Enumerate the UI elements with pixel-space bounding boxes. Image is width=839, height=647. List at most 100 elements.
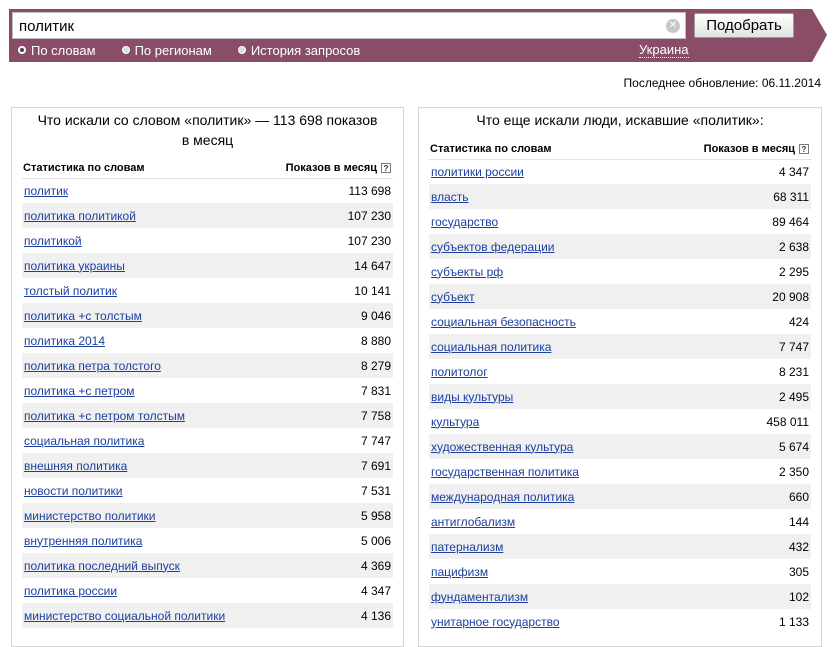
keyword-link[interactable]: субъект bbox=[431, 290, 475, 304]
impressions-count: 2 495 bbox=[778, 389, 809, 404]
keyword-link[interactable]: политика +с петром толстым bbox=[24, 409, 185, 423]
mode-label: По словам bbox=[31, 42, 96, 58]
keyword-link[interactable]: субъекты рф bbox=[431, 265, 503, 279]
impressions-count: 8 279 bbox=[360, 358, 391, 373]
mode-history[interactable]: История запросов bbox=[237, 43, 360, 58]
radio-checked-icon[interactable] bbox=[18, 46, 26, 54]
impressions-count: 305 bbox=[788, 564, 809, 579]
keyword-link[interactable]: политика +с толстым bbox=[24, 309, 142, 323]
impressions-count: 8 880 bbox=[360, 333, 391, 348]
impressions-count: 5 958 bbox=[360, 508, 391, 523]
impressions-count: 4 369 bbox=[360, 558, 391, 573]
keyword-link[interactable]: политики россии bbox=[431, 165, 524, 179]
mode-label: По регионам bbox=[134, 42, 212, 58]
radio-icon[interactable] bbox=[121, 46, 130, 54]
table-row: виды культуры 2 495 bbox=[429, 384, 811, 409]
keyword-link[interactable]: патернализм bbox=[431, 540, 503, 554]
impressions-count: 144 bbox=[788, 514, 809, 529]
table-row: политика 2014 8 880 bbox=[22, 328, 393, 353]
table-row: социальная безопасность 424 bbox=[429, 309, 811, 334]
mode-selector: По словам По регионам История запросов bbox=[18, 42, 386, 58]
keyword-link[interactable]: художественная культура bbox=[431, 440, 573, 454]
table-row: унитарное государство 1 133 bbox=[429, 609, 811, 634]
keyword-link[interactable]: социальная безопасность bbox=[431, 315, 576, 329]
table-row: субъект 20 908 bbox=[429, 284, 811, 309]
impressions-count: 7 691 bbox=[360, 458, 391, 473]
impressions-count: 2 350 bbox=[778, 464, 809, 479]
keyword-link[interactable]: министерство политики bbox=[24, 509, 156, 523]
impressions-count: 1 133 bbox=[778, 614, 809, 629]
mode-by-regions[interactable]: По регионам bbox=[121, 42, 212, 58]
table-row: власть 68 311 bbox=[429, 184, 811, 209]
table-row: фундаментализм 102 bbox=[429, 584, 811, 609]
impressions-count: 432 bbox=[788, 539, 809, 554]
keyword-link[interactable]: политика украины bbox=[24, 259, 125, 273]
table-header: Статистика по словам Показов в месяц ? bbox=[22, 160, 393, 179]
table-row: международная политика 660 bbox=[429, 484, 811, 509]
impressions-count: 2 638 bbox=[778, 239, 809, 254]
impressions-count: 7 831 bbox=[360, 383, 391, 398]
impressions-count: 10 141 bbox=[354, 283, 391, 298]
search-box: ✕ bbox=[12, 12, 686, 39]
keyword-link[interactable]: унитарное государство bbox=[431, 615, 560, 629]
keyword-link[interactable]: фундаментализм bbox=[431, 590, 528, 604]
help-icon[interactable]: ? bbox=[381, 163, 391, 173]
keyword-link[interactable]: политика 2014 bbox=[24, 334, 105, 348]
keyword-link[interactable]: политика петра толстого bbox=[24, 359, 161, 373]
impressions-count: 5 674 bbox=[778, 439, 809, 454]
keyword-link[interactable]: культура bbox=[431, 415, 479, 429]
keyword-link[interactable]: министерство социальной политики bbox=[24, 609, 225, 623]
impressions-count: 113 698 bbox=[348, 183, 392, 198]
keyword-link[interactable]: субъектов федерации bbox=[431, 240, 555, 254]
mode-by-words[interactable]: По словам bbox=[18, 43, 96, 58]
keyword-link[interactable]: пацифизм bbox=[431, 565, 488, 579]
keyword-link[interactable]: политик bbox=[24, 184, 68, 198]
panel-also-searched: Что еще искали люди, искавшие «политик»:… bbox=[418, 107, 822, 647]
keyword-link[interactable]: антиглобализм bbox=[431, 515, 515, 529]
keyword-link[interactable]: политика последний выпуск bbox=[24, 559, 180, 573]
region-link[interactable]: Украина bbox=[639, 42, 689, 58]
impressions-count: 9 046 bbox=[360, 308, 391, 323]
keyword-link[interactable]: внутренняя политика bbox=[24, 534, 142, 548]
submit-button[interactable]: Подобрать bbox=[694, 13, 794, 38]
table-row: государство 89 464 bbox=[429, 209, 811, 234]
keyword-link[interactable]: политика россии bbox=[24, 584, 117, 598]
keyword-link[interactable]: политика +с петром bbox=[24, 384, 135, 398]
search-input[interactable] bbox=[19, 16, 659, 36]
keyword-link[interactable]: социальная политика bbox=[431, 340, 551, 354]
impressions-count: 8 231 bbox=[778, 364, 809, 379]
impressions-count: 2 295 bbox=[778, 264, 809, 279]
impressions-count: 4 136 bbox=[360, 608, 391, 623]
table-row: политолог 8 231 bbox=[429, 359, 811, 384]
table-row: политикой 107 230 bbox=[22, 228, 393, 253]
keyword-link[interactable]: виды культуры bbox=[431, 390, 513, 404]
keyword-link[interactable]: новости политики bbox=[24, 484, 123, 498]
column-header-count: Показов в месяц bbox=[285, 162, 377, 174]
clear-icon[interactable]: ✕ bbox=[666, 19, 680, 33]
keyword-link[interactable]: толстый политик bbox=[24, 284, 117, 298]
radio-icon[interactable] bbox=[237, 46, 246, 54]
keyword-link[interactable]: государство bbox=[431, 215, 498, 229]
table-row: политика россии 4 347 bbox=[22, 578, 393, 603]
keyword-link[interactable]: политикой bbox=[24, 234, 82, 248]
keyword-link[interactable]: политолог bbox=[431, 365, 488, 379]
table-row: внешняя политика 7 691 bbox=[22, 453, 393, 478]
table-row: политика украины 14 647 bbox=[22, 253, 393, 278]
column-header-count: Показов в месяц bbox=[703, 143, 795, 155]
keyword-link[interactable]: политика политикой bbox=[24, 209, 136, 223]
impressions-count: 5 006 bbox=[360, 533, 391, 548]
keyword-link[interactable]: внешняя политика bbox=[24, 459, 127, 473]
help-icon[interactable]: ? bbox=[799, 144, 809, 154]
impressions-count: 7 747 bbox=[360, 433, 391, 448]
column-header-word: Статистика по словам bbox=[23, 162, 145, 174]
keyword-link[interactable]: международная политика bbox=[431, 490, 574, 504]
keyword-link[interactable]: социальная политика bbox=[24, 434, 144, 448]
keyword-link[interactable]: государственная политика bbox=[431, 465, 579, 479]
keyword-link[interactable]: власть bbox=[431, 190, 469, 204]
table-row: государственная политика 2 350 bbox=[429, 459, 811, 484]
search-bar-arrow bbox=[812, 9, 827, 62]
table-row: художественная культура 5 674 bbox=[429, 434, 811, 459]
table-row: антиглобализм 144 bbox=[429, 509, 811, 534]
impressions-count: 4 347 bbox=[360, 583, 391, 598]
table-row: патернализм 432 bbox=[429, 534, 811, 559]
